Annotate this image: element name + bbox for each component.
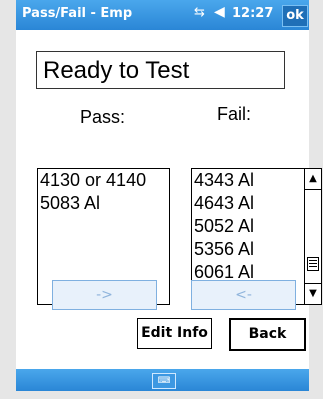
list-item[interactable]: 5083 Al [38,192,169,215]
list-item[interactable]: 4343 Al [192,169,321,192]
title-bar: Pass/Fail - Emp ⇆ ◀ 12:27 ok [16,0,309,30]
scroll-down-icon[interactable]: ▼ [305,283,321,304]
list-item[interactable]: 4643 Al [192,192,321,215]
scroll-up-icon[interactable]: ▲ [305,169,321,190]
list-item[interactable]: 5356 Al [192,238,321,261]
keyboard-icon[interactable]: ⌨ [152,373,176,389]
list-item[interactable]: 5052 Al [192,215,321,238]
bottom-bar: ⌨ [16,369,309,391]
speaker-icon: ◀ [214,4,225,20]
network-icon: ⇆ [194,5,205,20]
status-display: Ready to Test [36,51,285,89]
pass-label: Pass: [80,107,126,127]
window-title: Pass/Fail - Emp [22,6,133,21]
ok-button[interactable]: ok [282,5,308,27]
main-content: Ready to Test Pass: Fail: 4130 or 4140 5… [16,30,322,369]
list-item[interactable]: 4130 or 4140 [38,169,169,192]
move-to-fail-button[interactable]: <- [191,280,296,310]
clock: 12:27 [232,6,274,21]
scroll-thumb[interactable] [307,257,319,271]
fail-label: Fail: [217,104,252,124]
device-screen: Pass/Fail - Emp ⇆ ◀ 12:27 ok Ready to Te… [0,0,323,399]
back-button[interactable]: Back [229,318,306,351]
frame-bottom [0,391,323,399]
frame-left [0,0,16,399]
edit-info-button[interactable]: Edit Info [137,318,212,349]
move-to-pass-button[interactable]: -> [52,280,157,310]
fail-list-scrollbar[interactable]: ▲ ▼ [304,169,321,304]
